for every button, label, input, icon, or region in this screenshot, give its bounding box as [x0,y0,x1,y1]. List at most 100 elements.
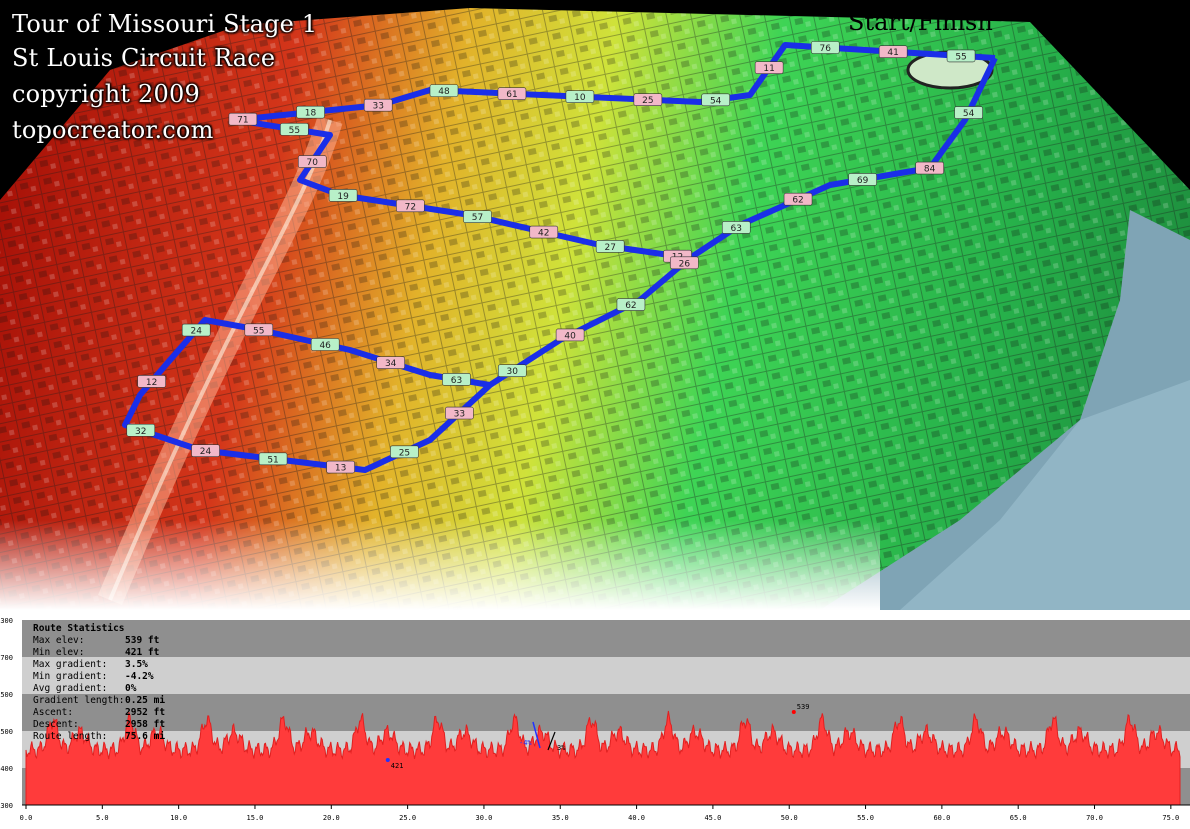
route-marker: 25 [633,93,663,106]
x-tick-label: 45.0 [704,814,721,822]
stats-label: Gradient length: [33,695,125,706]
y-tick-labels: 300 700 500 500 400 300 [0,617,13,810]
route-marker: 12 [137,375,166,388]
route-marker: 71 [228,112,258,126]
svg-text:57: 57 [472,213,483,223]
route-marker: 63 [721,221,751,234]
stats-row: Gradient length: 0.25 mi [33,695,165,707]
route-marker: 42 [529,225,559,239]
svg-text:51: 51 [267,455,278,465]
stats-label: Max elev: [33,635,85,646]
svg-text:84: 84 [924,165,936,175]
start-finish-label: Start/Finish [848,8,993,36]
route-marker: 30 [497,364,527,377]
x-tick-label: 15.0 [247,814,264,822]
route-marker: 55 [946,49,976,62]
max-elevation-label: 539 [797,703,810,711]
neg-gradient-label: -4% [519,739,532,747]
x-tick-label: 5.0 [96,814,109,822]
min-elevation-marker [385,758,390,762]
route-marker: 41 [878,45,908,58]
svg-text:40: 40 [564,331,576,341]
svg-text:10: 10 [574,93,586,103]
svg-text:30: 30 [507,367,519,377]
elevation-profile-panel: 300 700 500 500 400 300 0.0 5.0 10.0 15.0 20.0 25.… [0,610,1190,829]
x-tick-label: 75.0 [1162,814,1179,822]
svg-text:63: 63 [731,224,742,234]
x-tick-label: 30.0 [476,814,493,822]
svg-text:32: 32 [135,427,146,437]
stats-row: Route length: 75.6 mi [33,731,165,743]
stats-row: Max gradient: 3.5% [33,659,165,671]
title-line-4: topocreator.com [12,116,214,144]
route-marker: 48 [429,84,459,97]
route-marker: 40 [555,328,585,341]
title-line-2: St Louis Circuit Race [12,44,276,72]
stats-row: Ascent: 2952 ft [33,707,165,719]
svg-text:46: 46 [319,341,331,351]
max-elevation-marker [791,710,796,714]
route-marker: 69 [848,173,877,186]
svg-text:69: 69 [857,176,869,186]
svg-text:11: 11 [763,64,774,74]
svg-text:71: 71 [237,116,248,126]
x-tick-label: 35.0 [552,814,569,822]
elevation-profile-chart: 300 700 500 500 400 300 0.0 5.0 10.0 15.0 20.0 25.… [0,617,1190,822]
x-tick-label: 10.0 [170,814,187,822]
svg-text:55: 55 [253,326,264,336]
route-marker: 62 [616,298,646,311]
svg-text:24: 24 [190,327,202,337]
svg-text:26: 26 [679,259,691,269]
stats-label: Min gradient: [33,671,108,682]
y-tick-label: 300 [0,617,13,625]
route-marker: 13 [326,460,355,474]
title-line-1: Tour of Missouri Stage 1 [12,10,318,38]
route-marker: 72 [396,199,425,212]
route-marker: 34 [376,356,405,369]
x-tick-label: 40.0 [628,814,645,822]
min-elevation-label: 421 [391,762,404,770]
svg-text:76: 76 [820,44,832,54]
svg-text:42: 42 [538,229,549,239]
stats-value: 0.25 mi [125,695,166,706]
y-tick-label: 400 [0,765,13,773]
route-marker: 10 [565,90,595,103]
stats-label: Ascent: [33,707,74,718]
x-axis-ticks: 0.0 5.0 10.0 15.0 20.0 25.0 30.0 35.0 40.0 45.0 50… [20,805,1179,822]
route-marker: 55 [244,323,274,336]
svg-text:33: 33 [454,410,465,420]
stats-rows: Max elev: 539 ft Min elev: 421 ft Max gradie… [33,635,165,743]
stats-value: 2958 ft [125,719,166,730]
x-tick-label: 25.0 [399,814,416,822]
y-tick-label: 700 [0,654,13,662]
stats-value: 539 ft [125,635,160,646]
route-marker: 26 [670,256,699,269]
y-tick-label: 500 [0,728,13,736]
y-tick-label: 500 [0,691,13,699]
stats-row: Descent: 2958 ft [33,719,165,731]
svg-text:62: 62 [625,301,636,311]
svg-text:25: 25 [642,96,653,106]
svg-text:24: 24 [200,447,212,457]
svg-text:34: 34 [385,359,397,369]
svg-text:54: 54 [963,109,975,119]
svg-text:12: 12 [146,378,157,388]
svg-text:72: 72 [405,202,416,212]
svg-text:18: 18 [305,109,317,119]
stats-row: Max elev: 539 ft [33,635,165,647]
stats-label: Min elev: [33,647,85,658]
x-tick-label: 70.0 [1086,814,1103,822]
route-marker: 84 [915,161,944,175]
route-marker: 46 [310,338,340,351]
title-line-3: copyright 2009 [12,80,200,108]
stats-row: Min gradient: -4.2% [33,671,165,683]
svg-text:33: 33 [372,102,383,112]
route-marker: 54 [701,93,730,106]
route-marker: 62 [783,192,813,206]
stats-label: Max gradient: [33,659,108,670]
route-marker: 70 [297,155,327,168]
route-marker: 24 [191,444,220,457]
x-tick-label: 50.0 [781,814,798,822]
svg-text:62: 62 [792,196,803,206]
route-marker: 11 [754,61,784,74]
